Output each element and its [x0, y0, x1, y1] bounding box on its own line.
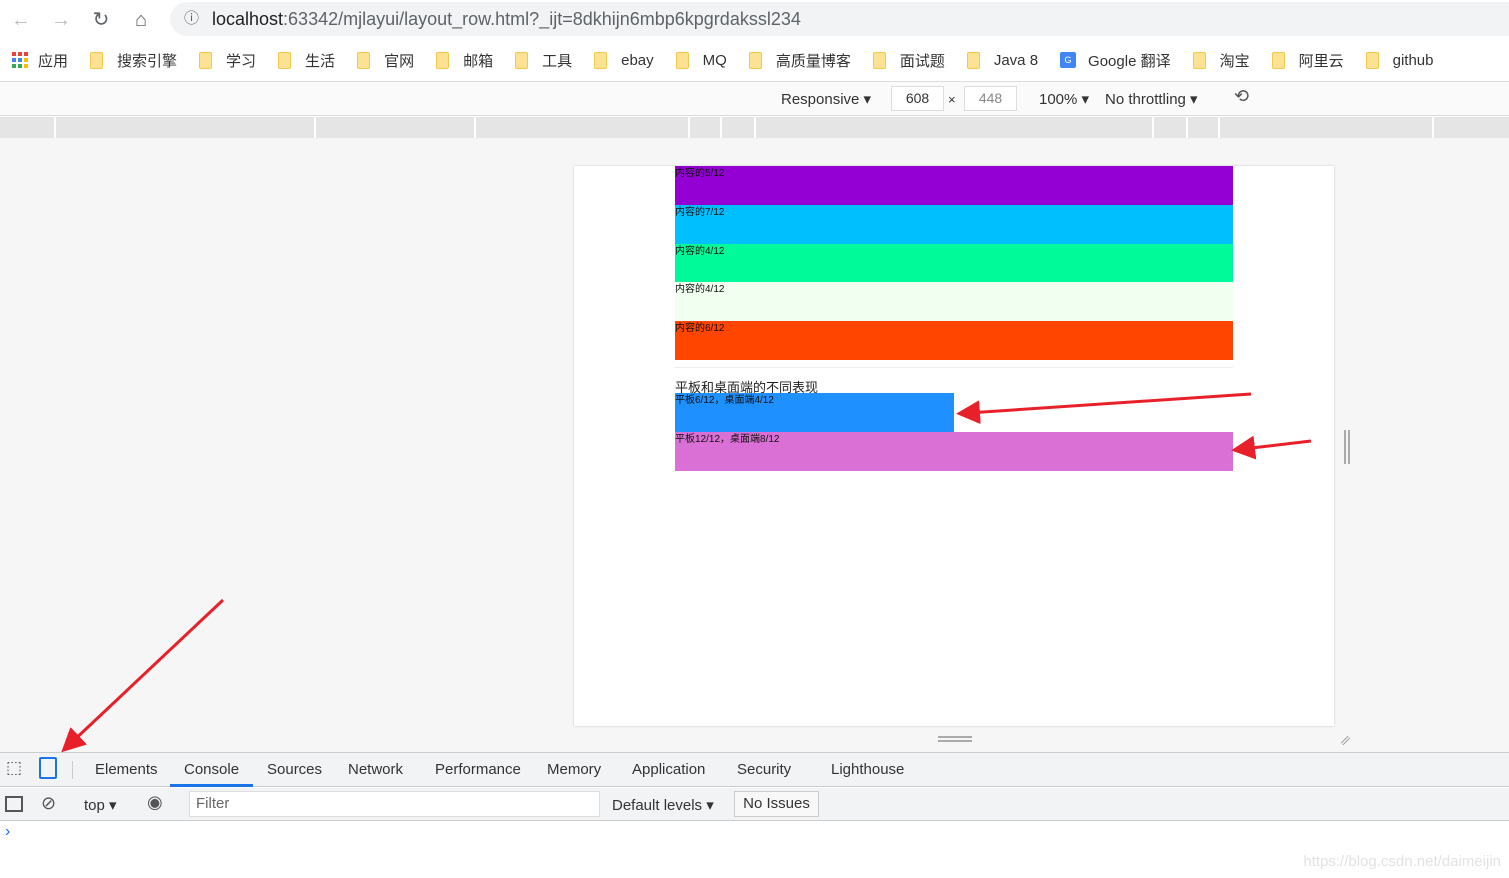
inspect-element-icon[interactable]: ⬚ [6, 758, 22, 778]
tab-network[interactable]: Network [348, 761, 403, 778]
tab-performance[interactable]: Performance [435, 761, 521, 778]
arrow-annotation [1231, 435, 1312, 460]
console-toolbar: ⊘ top ▾ ◉ Filter Default levels ▾ No Iss… [0, 788, 1509, 821]
levels-select[interactable]: Default levels ▾ [612, 796, 714, 814]
tab-lighthouse[interactable]: Lighthouse [831, 761, 904, 778]
issues-button[interactable]: No Issues [734, 791, 819, 817]
devtools-tabbar: ⬚ Elements Console Sources Network Performan… [0, 753, 1509, 787]
watermark: https://blog.csdn.net/daimeijin [1303, 853, 1501, 870]
arrow-annotation [61, 598, 225, 753]
context-label: top [84, 797, 105, 814]
tab-security[interactable]: Security [737, 761, 791, 778]
tab-sources[interactable]: Sources [267, 761, 322, 778]
context-select[interactable]: top ▾ [84, 796, 117, 814]
divider [72, 761, 73, 779]
console-prompt[interactable]: › [5, 823, 10, 841]
arrow-annotation [956, 392, 1252, 425]
filter-input[interactable]: Filter [189, 791, 600, 817]
device-toggle-icon[interactable] [39, 757, 57, 779]
eye-icon[interactable]: ◉ [147, 792, 163, 813]
clear-console-icon[interactable]: ⊘ [41, 793, 56, 814]
tab-elements[interactable]: Elements [95, 761, 158, 778]
active-tab-indicator [170, 784, 253, 787]
tab-console[interactable]: Console [184, 761, 239, 778]
tab-memory[interactable]: Memory [547, 761, 601, 778]
annotation-arrows [61, 392, 1312, 753]
tab-application[interactable]: Application [632, 761, 705, 778]
levels-label: Default levels [612, 797, 703, 814]
sidebar-toggle-icon[interactable] [5, 796, 23, 812]
devtools-panel: ⬚ Elements Console Sources Network Performan… [0, 752, 1509, 878]
